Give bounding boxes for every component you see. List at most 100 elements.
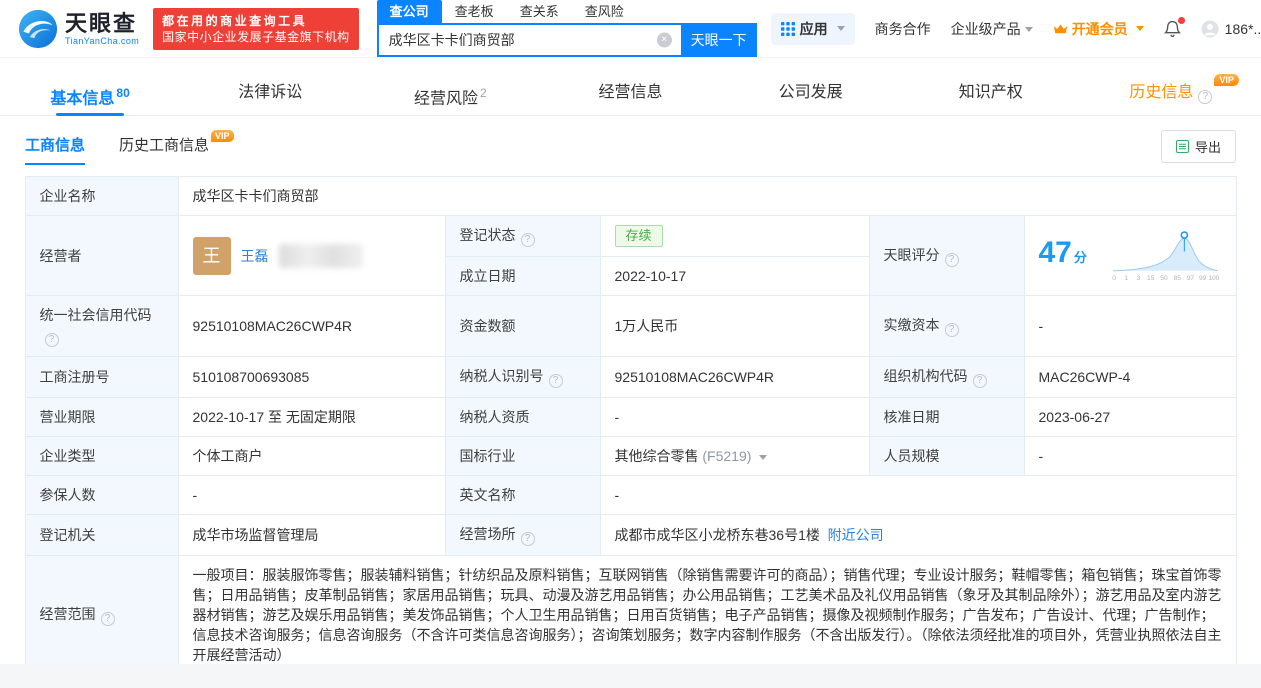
chevron-down-icon[interactable] [759,454,768,460]
tab-history-info[interactable]: 历史信息? VIP [1081,71,1261,115]
help-icon[interactable]: ? [548,374,563,388]
help-icon[interactable]: ? [944,323,959,337]
tab-operation-risk[interactable]: 经营风险 2 [360,71,540,115]
subtab-row: 工商信息 历史工商信息VIP 导出 [0,116,1261,168]
table-row: 企业类型 个体工商户 国标行业 其他综合零售 (F5219) 人员规模 - [24,436,1237,476]
search-tab-risk[interactable]: 查风险 [572,0,637,23]
tab-label: 历史信息 [1129,84,1194,101]
help-icon[interactable]: ? [1198,90,1213,104]
table-row: 统一社会信用代码? 92510108MAC26CWP4R 资金数额 1万人民币 … [24,295,1237,357]
logo-title: 天眼查 [65,10,138,36]
top-nav: 应用 商务合作 企业级产品 开通会员 186*.. [770,12,1261,45]
field-label: 营业期限 [24,397,179,437]
tab-label: 基本信息 [50,90,115,108]
svg-text:15: 15 [1147,274,1155,281]
search-tab-company[interactable]: 查公司 [376,0,442,23]
svg-text:3: 3 [1136,274,1140,281]
tab-label: 知识产权 [958,84,1023,101]
field-label-text: 统一社会信用代码 [39,307,152,323]
help-icon[interactable]: ? [44,333,59,347]
company-name-value: 成华区卡卡们商贸部 [177,176,1237,216]
svg-text:50: 50 [1160,274,1168,281]
user-account[interactable]: 186*... [1201,20,1261,38]
search-button[interactable]: 天眼一下 [680,23,757,57]
field-label: 英文名称 [444,475,601,515]
org-code-value: MAC26CWP-4 [1023,356,1237,398]
vip-badge: VIP [211,129,234,142]
field-label-text: 实缴资本 [883,317,940,333]
table-row: 营业期限 2022-10-17 至 无固定期限 纳税人资质 - 核准日期 202… [24,397,1237,437]
nav-enterprise-label: 企业级产品 [950,20,1021,37]
tab-label: 公司发展 [778,84,843,101]
field-label-text: 经营场所 [459,526,516,542]
clear-search-icon[interactable]: × [656,32,672,48]
company-tabbar: 基本信息 80 法律诉讼 经营风险 2 经营信息 公司发展 知识产权 历史信息? VI… [0,71,1261,116]
field-label-text: 天眼评分 [883,246,940,263]
nav-enterprise-products[interactable]: 企业级产品 [951,19,1033,39]
nav-business-cooperation[interactable]: 商务合作 [875,19,931,39]
field-label: 纳税人识别号? [444,356,601,398]
nearby-companies-link[interactable]: 附近公司 [828,527,884,543]
slogan-line-1: 都在用的商业查询工具 [162,13,308,28]
help-icon[interactable]: ? [972,374,987,388]
tab-company-development[interactable]: 公司发展 [721,71,901,115]
tab-count: 2 [480,86,487,100]
business-term-value: 2022-10-17 至 无固定期限 [177,397,446,437]
chevron-down-icon [1024,27,1033,33]
table-row: 工商注册号 510108700693085 纳税人识别号? 92510108MA… [24,356,1237,398]
search-tab-boss[interactable]: 查老板 [442,0,507,23]
export-label: 导出 [1194,139,1221,155]
apps-grid-icon [780,21,795,36]
help-icon[interactable]: ? [520,532,535,546]
tab-intellectual-property[interactable]: 知识产权 [901,71,1081,115]
tab-label: 经营信息 [598,84,663,101]
export-button[interactable]: 导出 [1160,129,1236,163]
redacted-info [278,243,363,268]
premises-cell: 成都市成华区小龙桥东巷36号1楼 附近公司 [599,514,1237,556]
establish-date-value: 2022-10-17 [599,256,870,296]
help-icon[interactable]: ? [100,612,115,626]
field-label: 登记状态? [444,215,601,257]
tab-legal-litigation[interactable]: 法律诉讼 [180,71,360,115]
svg-text:99: 99 [1198,274,1206,281]
search-tab-relation[interactable]: 查关系 [507,0,572,23]
help-icon[interactable]: ? [520,233,535,247]
avatar-icon [1201,20,1219,37]
operator-avatar[interactable]: 王 [192,236,231,275]
field-label: 实缴资本? [868,295,1025,357]
field-label-text: 经营范围 [39,606,96,622]
business-scope-value: 一般项目：服装服饰零售；服装辅料销售；针纺织品及原料销售；互联网销售（除销售需要… [177,555,1237,675]
search-input[interactable] [376,23,681,57]
table-row: 登记机关 成华市场监督管理局 经营场所? 成都市成华区小龙桥东巷36号1楼 附近… [24,514,1237,556]
help-icon[interactable]: ? [944,252,959,267]
field-label: 国标行业 [444,436,601,476]
tab-count: 80 [116,86,130,100]
field-label: 统一社会信用代码? [24,295,179,357]
chevron-down-icon [836,26,845,31]
svg-text:0: 0 [1112,274,1116,281]
slogan-line-2: 国家中小企业发展子基金旗下机构 [162,29,350,44]
tab-basic-info[interactable]: 基本信息 80 [0,71,180,115]
tab-operation-info[interactable]: 经营信息 [540,71,720,115]
score-distribution-chart: 0 1 3 15 50 85 97 99 100 [1112,230,1219,281]
slogan-banner: 都在用的商业查询工具 国家中小企业发展子基金旗下机构 [153,7,359,50]
operator-name-link[interactable]: 王磊 [241,246,269,266]
notification-bell-icon[interactable] [1163,16,1185,38]
field-label: 经营场所? [444,514,601,556]
field-label: 企业类型 [24,436,179,476]
crown-icon [1053,24,1067,33]
page-footer [0,664,1261,688]
tax-quality-value: - [599,397,870,437]
company-type-value: 个体工商户 [177,436,446,476]
subtab-business-info[interactable]: 工商信息 [25,134,86,165]
score-unit: 分 [1073,250,1087,265]
apps-menu-button[interactable]: 应用 [770,12,855,45]
score-value: 47 [1038,236,1072,269]
table-row: 经营者 王 王磊 登记状态? 存续 天眼评分? 47 分 0 1 3 15 50… [24,215,1237,296]
tianyan-score-cell[interactable]: 47 分 0 1 3 15 50 85 97 99 100 [1023,215,1237,296]
nav-open-vip[interactable]: 开通会员 [1053,19,1144,39]
tab-label: 法律诉讼 [238,84,303,101]
site-logo[interactable]: 天眼查 TianYanCha.com [18,9,139,49]
subtab-history-business-info[interactable]: 历史工商信息VIP [119,129,234,165]
subtab-label: 工商信息 [25,136,86,154]
